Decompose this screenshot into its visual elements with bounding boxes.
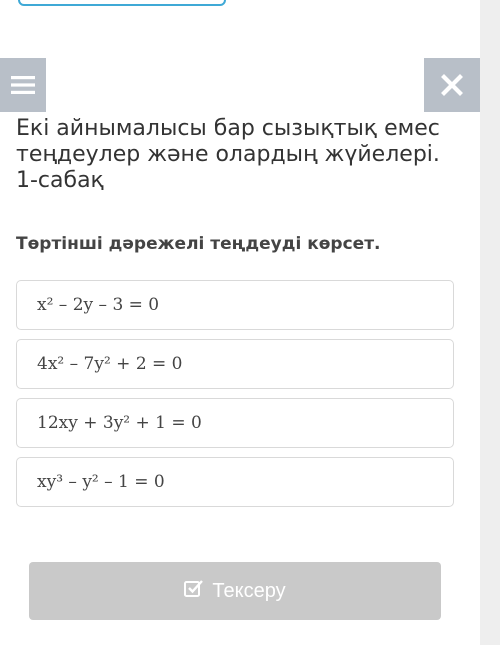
top-outline-button[interactable] [18,0,226,6]
menu-button[interactable] [0,58,46,112]
hamburger-menu-icon [11,75,35,95]
question-text: Төртінші дәрежелі теңдеуді көрсет. [16,234,381,254]
close-button[interactable] [424,58,480,112]
answer-option-3[interactable]: 12xy + 3y² + 1 = 0 [16,398,454,448]
check-button-label: Тексеру [212,579,286,602]
answer-option-4[interactable]: xy³ – y² – 1 = 0 [16,457,454,507]
check-button[interactable]: Тексеру [29,562,441,620]
answer-option-1[interactable]: x² – 2y – 3 = 0 [16,280,454,330]
answer-options: x² – 2y – 3 = 0 4x² – 7y² + 2 = 0 12xy +… [16,280,454,516]
lesson-title: Екі айнымалысы бар сызықтық емес теңдеул… [16,116,440,193]
scrollbar-track [480,0,500,645]
answer-option-2[interactable]: 4x² – 7y² + 2 = 0 [16,339,454,389]
check-square-icon [184,579,204,603]
close-icon [441,74,463,96]
